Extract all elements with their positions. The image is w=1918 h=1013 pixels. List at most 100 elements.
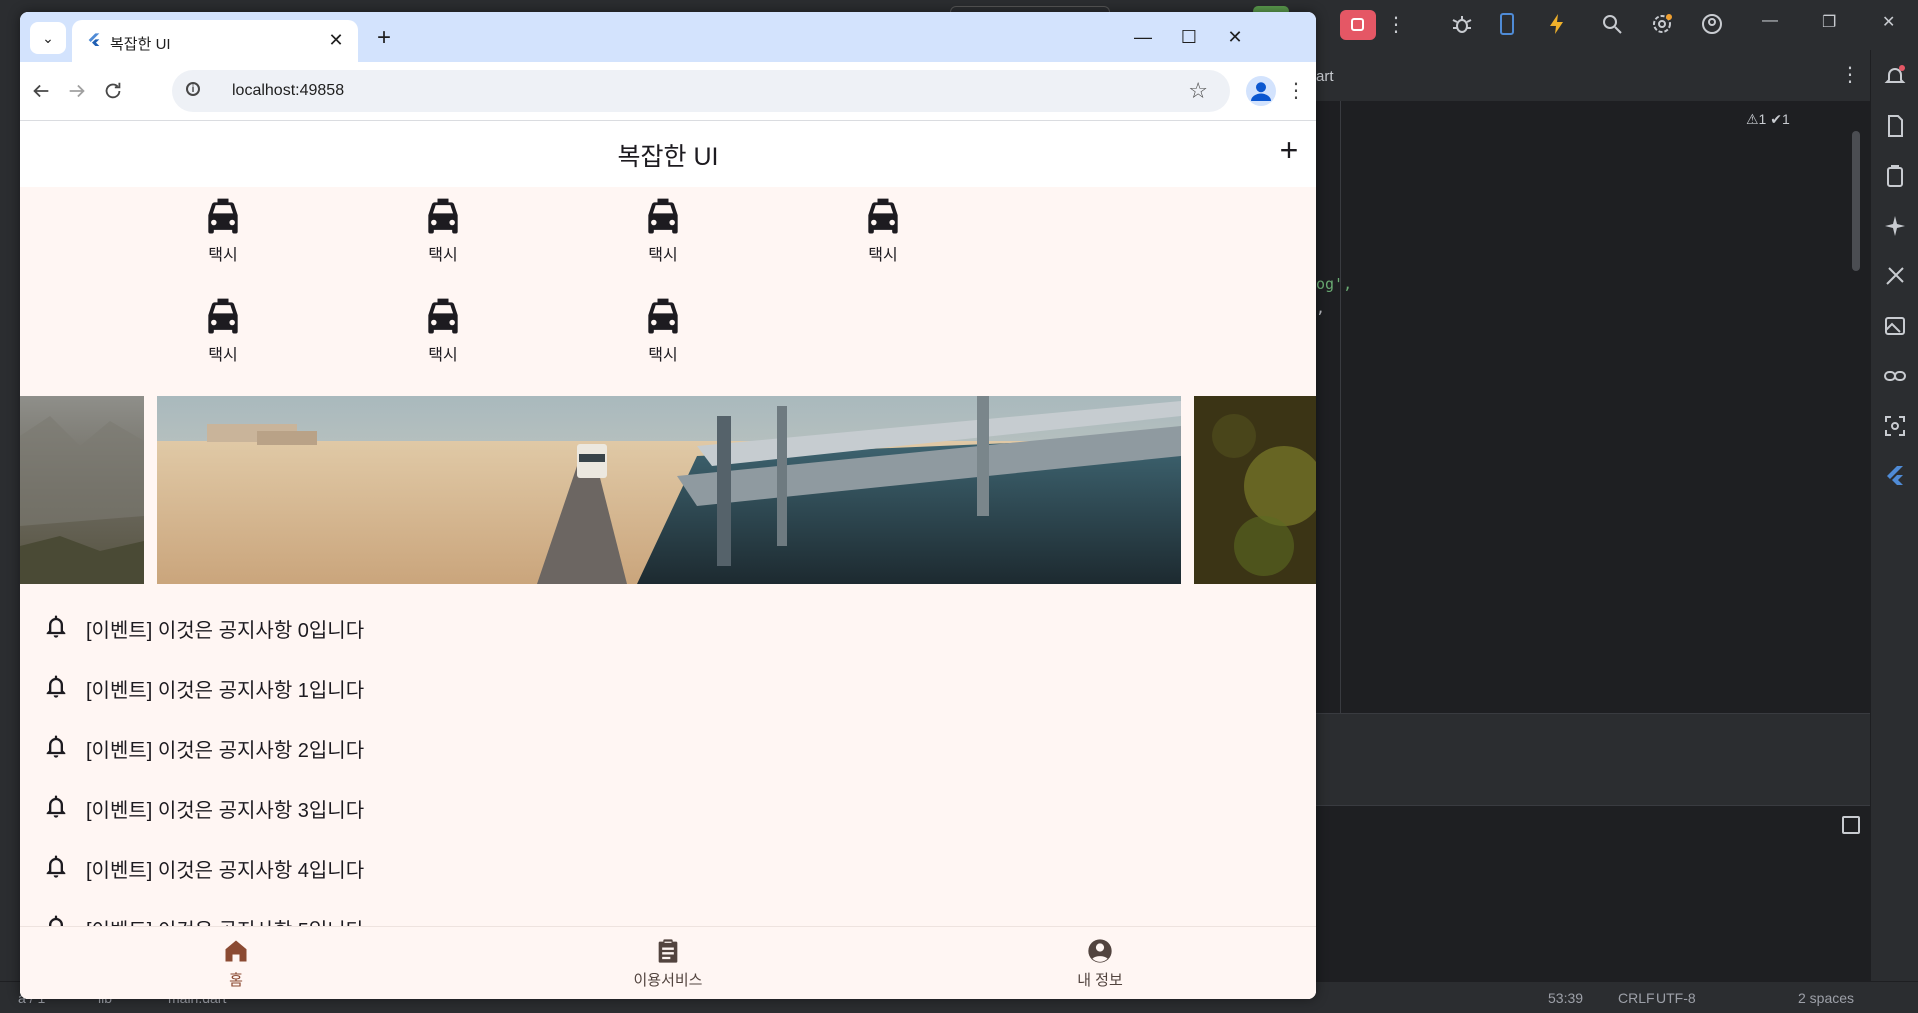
close-window-button[interactable]: ✕	[1212, 22, 1258, 52]
tab-close-icon[interactable]: ✕	[324, 28, 348, 52]
notice-text: [이벤트] 이것은 공지사항 4입니다	[86, 860, 365, 882]
ide-panel	[1316, 763, 1870, 805]
notice-text: [이벤트] 이것은 공지사항 2입니다	[86, 740, 365, 762]
bell-icon	[46, 615, 66, 638]
file-encoding[interactable]: UTF-8	[1656, 990, 1696, 1006]
account-icon[interactable]	[1700, 12, 1726, 38]
grid-item-taxi[interactable]: 택시	[173, 291, 273, 371]
device-icon[interactable]	[1495, 12, 1521, 38]
notice-item[interactable]: [이벤트] 이것은 공지사항 4입니다	[20, 834, 1316, 894]
notifications-icon[interactable]	[1883, 64, 1907, 88]
nav-item-my-info[interactable]: 내 정보	[884, 927, 1316, 999]
editor-tab-label[interactable]: art	[1316, 68, 1334, 85]
cursor-position[interactable]: 53:39	[1548, 990, 1583, 1006]
maximize-button[interactable]: ☐	[1166, 22, 1212, 52]
indent-setting[interactable]: 2 spaces	[1798, 990, 1854, 1006]
code-line: ,	[1316, 299, 1326, 317]
notice-text: [이벤트] 이것은 공지사항 1입니다	[86, 680, 365, 702]
new-tab-button[interactable]: +	[370, 24, 398, 52]
restore-icon[interactable]: ❐	[1822, 12, 1848, 38]
flutter-icon[interactable]	[1883, 464, 1907, 488]
nav-label: 이용서비스	[633, 972, 703, 989]
grid-item-taxi[interactable]: 택시	[173, 191, 273, 271]
editor-scrollbar[interactable]	[1852, 131, 1860, 271]
clipboard-icon	[658, 939, 678, 963]
notice-item[interactable]: [이벤트] 이것은 공지사항 1입니다	[20, 654, 1316, 714]
image-carousel[interactable]	[20, 396, 1316, 584]
home-icon	[225, 940, 247, 962]
inspection-widget[interactable]: ⚠1 ✔1	[1746, 111, 1790, 128]
notice-text: [이벤트] 이것은 공지사항 0입니다	[86, 620, 365, 642]
carousel-image-desert-road[interactable]	[157, 396, 1181, 584]
notice-item[interactable]: [이벤트] 이것은 공지사항 0입니다	[20, 594, 1316, 654]
ide-terminal-panel	[1316, 805, 1870, 982]
debug-icon[interactable]	[1450, 12, 1476, 38]
address-bar[interactable]: i localhost:49858 ☆	[172, 70, 1230, 112]
nav-item-home[interactable]: 홈	[20, 927, 452, 999]
flutter-icon	[88, 33, 100, 46]
carousel-image-bokeh[interactable]	[1194, 396, 1316, 584]
hot-reload-icon[interactable]	[1545, 12, 1571, 38]
grid-item-label: 택시	[428, 347, 458, 364]
nav-label: 내 정보	[1077, 972, 1123, 989]
grid-item-label: 택시	[648, 347, 678, 364]
minimize-icon[interactable]: —	[1762, 12, 1788, 38]
bell-icon	[46, 795, 66, 818]
grid-item-taxi[interactable]: 택시	[393, 291, 493, 371]
account-circle-icon	[1088, 939, 1112, 963]
tool-icon[interactable]	[1883, 264, 1907, 288]
url-text[interactable]: localhost:49858	[232, 82, 344, 100]
notice-item[interactable]: [이벤트] 이것은 공지사항 3입니다	[20, 774, 1316, 834]
notice-text: [이벤트] 이것은 공지사항 3입니다	[86, 800, 365, 822]
clipboard-icon[interactable]	[1883, 164, 1907, 188]
app-bar: 복잡한 UI +	[20, 121, 1316, 187]
sparkle-icon[interactable]	[1883, 214, 1907, 238]
tab-search-button[interactable]: ⌄	[30, 22, 66, 54]
browser-menu-icon[interactable]: ⋮	[1286, 76, 1306, 106]
nav-item-services[interactable]: 이용서비스	[452, 927, 884, 999]
search-icon[interactable]	[1600, 12, 1626, 38]
image-icon[interactable]	[1883, 314, 1907, 338]
browser-tab-strip: ⌄ 복잡한 UI ✕ + — ☐ ✕	[20, 12, 1316, 62]
layout-icon[interactable]	[1842, 816, 1860, 834]
file-icon[interactable]	[1883, 114, 1907, 138]
site-info-icon[interactable]: i	[186, 82, 200, 96]
close-icon[interactable]: ✕	[1882, 12, 1908, 38]
ide-editor-tabs: art ⋮	[1316, 50, 1870, 102]
grid-item-label: 택시	[208, 347, 238, 364]
browser-tab[interactable]: 복잡한 UI ✕	[72, 20, 358, 62]
browser-window: ⌄ 복잡한 UI ✕ + — ☐ ✕ i localhost:49858 ☆ ⋮…	[20, 12, 1316, 999]
forward-button[interactable]	[62, 76, 92, 106]
stop-button[interactable]	[1340, 10, 1376, 40]
back-button[interactable]	[26, 76, 56, 106]
more-icon[interactable]: ⋮	[1840, 62, 1860, 87]
taxi-icon	[648, 298, 678, 334]
profile-avatar[interactable]	[1246, 76, 1276, 106]
bookmark-star-icon[interactable]: ☆	[1188, 78, 1208, 104]
bell-icon	[46, 675, 66, 698]
grid-item-label: 택시	[428, 247, 458, 264]
add-icon[interactable]: +	[1272, 133, 1306, 167]
taxi-icon	[648, 198, 678, 234]
notice-list: [이벤트] 이것은 공지사항 0입니다 [이벤트] 이것은 공지사항 1입니다 …	[20, 584, 1316, 944]
tab-title: 복잡한 UI	[110, 36, 171, 53]
line-separator[interactable]: CRLF	[1618, 990, 1655, 1006]
settings-icon[interactable]	[1650, 12, 1676, 38]
notice-item[interactable]: [이벤트] 이것은 공지사항 2입니다	[20, 714, 1316, 774]
link-icon[interactable]	[1883, 364, 1907, 388]
ide-left-toolbar	[0, 50, 20, 981]
grid-item-taxi[interactable]: 택시	[613, 191, 713, 271]
service-grid: 택시 택시 택시 택시 택시 택시 택시	[20, 187, 1316, 377]
minimize-button[interactable]: —	[1120, 22, 1166, 52]
code-line: og',	[1316, 275, 1353, 293]
more-icon[interactable]: ⋮	[1386, 12, 1412, 38]
grid-item-taxi[interactable]: 택시	[613, 291, 713, 371]
taxi-icon	[208, 198, 238, 234]
grid-item-taxi[interactable]: 택시	[833, 191, 933, 271]
inspector-icon[interactable]	[1883, 414, 1907, 438]
carousel-image-mountain[interactable]	[20, 396, 144, 584]
ide-right-toolbar	[1870, 50, 1918, 981]
reload-button[interactable]	[98, 76, 128, 106]
nav-label: 홈	[229, 972, 243, 989]
grid-item-taxi[interactable]: 택시	[393, 191, 493, 271]
